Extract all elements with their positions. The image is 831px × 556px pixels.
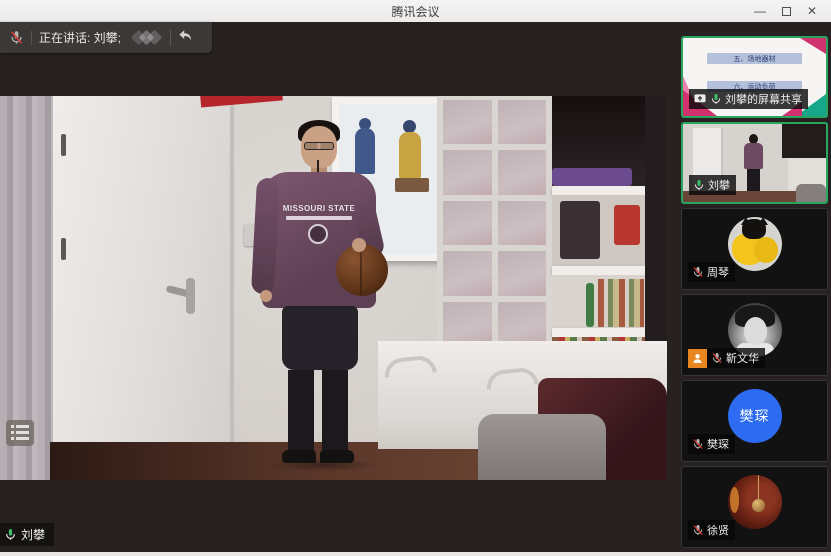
speaker-name-tag: 刘攀 — [0, 523, 54, 546]
avatar — [728, 217, 782, 271]
mic-muted-icon — [692, 438, 704, 450]
close-button[interactable]: ✕ — [799, 0, 825, 22]
tile-screen-share[interactable]: 五、场地器材 六、运动负荷 — [681, 36, 828, 118]
tile-xuxian[interactable]: 徐贤 — [681, 466, 828, 548]
avatar: 樊琛 — [728, 389, 782, 443]
tile-label: 靳文华 — [688, 348, 765, 368]
speaker-name: 刘攀 — [21, 526, 45, 543]
divider — [31, 31, 32, 45]
tile-zhouqin[interactable]: 周琴 — [681, 208, 828, 290]
main-stage: 正在讲话: 刘攀; — [0, 22, 677, 552]
mic-on-icon — [710, 93, 722, 105]
participant-name: 刘攀的屏幕共享 — [725, 91, 802, 107]
muted-mic-icon — [9, 30, 24, 45]
participant-name: 徐贤 — [707, 522, 729, 538]
tile-label: 樊琛 — [688, 434, 735, 454]
maximize-icon — [782, 7, 791, 16]
speaking-banner: 正在讲话: 刘攀; — [0, 22, 212, 53]
red-object — [199, 96, 283, 108]
main-video[interactable]: MISSOURI STATE — [0, 96, 667, 480]
wardrobe-side — [645, 96, 667, 364]
shirt-logo — [308, 224, 328, 244]
tile-liupan-video[interactable]: 刘攀 — [681, 122, 828, 204]
collapse-arrow-icon[interactable] — [177, 27, 193, 48]
content: 正在讲话: 刘攀; — [0, 22, 831, 552]
participants-sidebar: 五、场地器材 六、运动负荷 — [677, 22, 831, 552]
mic-muted-icon — [692, 266, 704, 278]
maximize-button[interactable] — [773, 0, 799, 22]
slide-heading: 五、场地器材 — [707, 53, 801, 64]
tile-fanchen[interactable]: 樊琛 樊琛 — [681, 380, 828, 462]
participant-name: 樊琛 — [707, 436, 729, 452]
door — [53, 96, 234, 458]
mic-on-icon — [693, 179, 705, 191]
avatar — [728, 475, 782, 529]
list-overlay-icon[interactable] — [6, 420, 34, 446]
mic-on-icon — [4, 528, 17, 541]
screen-share-icon — [693, 92, 707, 106]
participant-name: 刘攀 — [708, 177, 730, 193]
host-badge-icon — [688, 349, 707, 368]
tile-label: 周琴 — [688, 262, 735, 282]
watermark-diamonds-icon — [133, 32, 160, 43]
person: MISSOURI STATE — [254, 120, 394, 476]
window-bottom-edge — [0, 552, 831, 556]
mic-muted-icon — [711, 352, 723, 364]
minimize-button[interactable]: — — [747, 0, 773, 22]
tile-label: 徐贤 — [688, 520, 735, 540]
tile-label: 刘攀 — [689, 175, 736, 195]
shorts — [282, 306, 358, 370]
divider — [170, 30, 171, 46]
tile-label: 刘攀的屏幕共享 — [689, 89, 808, 109]
window-controls: — ✕ — [747, 0, 825, 22]
window-title: 腾讯会议 — [391, 3, 439, 20]
tile-jinwenhua[interactable]: 靳文华 — [681, 294, 828, 376]
basketball — [336, 244, 388, 296]
titlebar: 腾讯会议 — ✕ — [0, 0, 831, 22]
participant-name: 周琴 — [707, 264, 729, 280]
speaking-text: 正在讲话: 刘攀; — [39, 29, 121, 46]
sofa-cushion — [478, 414, 606, 480]
shirt-text: MISSOURI STATE — [262, 204, 376, 213]
glasses — [304, 142, 334, 150]
meeting-window: 腾讯会议 — ✕ 正在讲话: 刘攀; — [0, 0, 831, 556]
participant-name: 靳文华 — [726, 350, 759, 366]
mic-muted-icon — [692, 524, 704, 536]
glass-cabinet — [437, 96, 552, 352]
